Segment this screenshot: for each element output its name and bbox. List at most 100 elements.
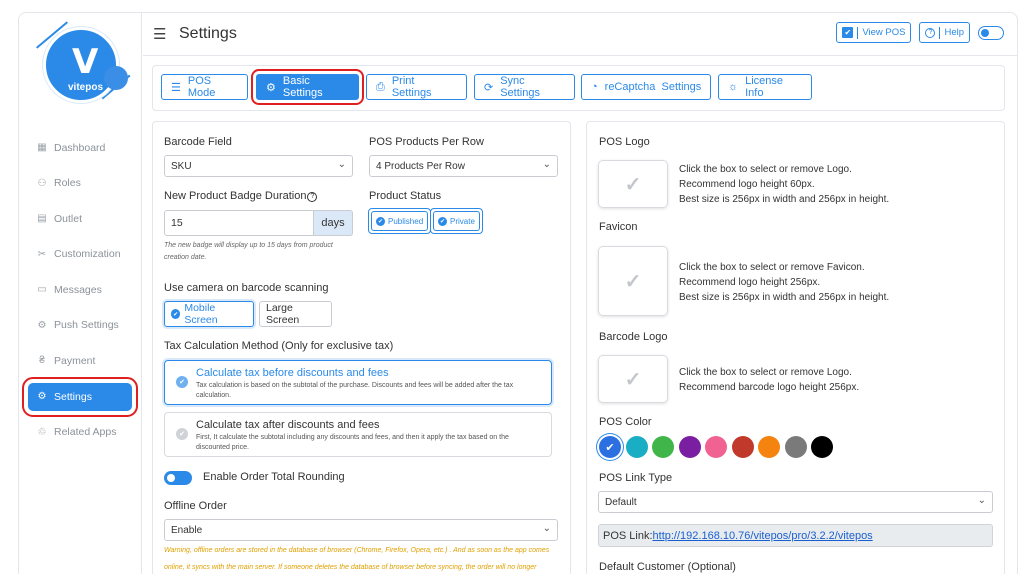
sidebar-item-messages[interactable]: ▭ Messages bbox=[18, 272, 142, 308]
badge-duration-note: The new badge will display up to 15 days… bbox=[164, 242, 333, 261]
color-swatch[interactable] bbox=[784, 436, 807, 458]
check-icon: ✔ bbox=[438, 216, 447, 226]
chevron-down-icon: ⌄ bbox=[542, 159, 551, 170]
chevron-down-icon: ⌄ bbox=[542, 523, 551, 534]
printer-icon: ⎙ bbox=[376, 80, 385, 93]
tools-icon: ✂ bbox=[37, 248, 47, 260]
sidebar-item-roles[interactable]: ⚇ Roles bbox=[18, 166, 142, 202]
top-bar: ☰ Settings ✔ View POS ? Help bbox=[143, 12, 1018, 56]
outlet-icon: ▤ bbox=[37, 213, 47, 225]
camera-mobile-screen-option[interactable]: ✔ Mobile Screen bbox=[164, 301, 254, 327]
link-type-select[interactable]: Default ⌄ bbox=[598, 491, 993, 513]
favicon-upload[interactable]: ✓ bbox=[598, 246, 668, 316]
products-per-row-label: POS Products Per Row bbox=[369, 136, 484, 148]
check-icon: ✔ bbox=[605, 441, 615, 454]
color-swatch[interactable] bbox=[652, 436, 674, 458]
products-per-row-select[interactable]: 4 Products Per Row ⌄ bbox=[369, 155, 558, 177]
sync-icon: ⟳ bbox=[484, 81, 494, 94]
logo-dot bbox=[104, 66, 128, 90]
sidebar-item-dashboard[interactable]: ▦ Dashboard bbox=[18, 130, 142, 166]
color-swatch[interactable] bbox=[625, 436, 648, 458]
tab-recaptcha-settings[interactable]: ◔ reCaptcha Settings bbox=[581, 74, 711, 100]
tab-license-info[interactable]: ☼ License Info bbox=[718, 74, 812, 100]
hint-line: Click the box to select or remove Favico… bbox=[679, 262, 865, 273]
color-swatch[interactable]: ✔ bbox=[599, 436, 621, 458]
checkbox-label: Private bbox=[450, 216, 475, 226]
sidebar-item-related-apps[interactable]: ♲ Related Apps bbox=[18, 415, 142, 451]
tab-print-settings[interactable]: ⎙ Print Settings bbox=[366, 74, 467, 100]
settings-tabs: ☰ POS Mode ⚙ Basic Settings ⎙ Print Setting… bbox=[152, 65, 1005, 111]
question-icon: ? bbox=[925, 27, 936, 38]
logo-text: vitepos bbox=[68, 82, 104, 93]
barcode-field-select[interactable]: SKU ⌄ bbox=[164, 155, 353, 177]
pos-logo-label: POS Logo bbox=[599, 136, 650, 148]
camera-large-screen-option[interactable]: Large Screen bbox=[259, 301, 332, 327]
checkmark-placeholder-icon: ✓ bbox=[624, 173, 642, 196]
help-button[interactable]: ? Help bbox=[919, 22, 970, 43]
tax-after-discount-option[interactable]: ✔ Calculate tax after discounts and fees… bbox=[164, 412, 552, 457]
chevron-down-icon: ⌄ bbox=[337, 159, 346, 170]
tab-sync-settings[interactable]: ⟳ Sync Settings bbox=[474, 74, 575, 100]
help-circle-icon[interactable]: ? bbox=[307, 191, 318, 202]
select-value: SKU bbox=[171, 160, 192, 172]
recaptcha-icon: ◔ bbox=[591, 81, 598, 93]
sidebar-item-label: Push Settings bbox=[54, 319, 119, 332]
logo-circle: V vitepos bbox=[43, 27, 119, 103]
badge-duration-label: New Product Badge Duration? bbox=[164, 190, 318, 202]
brand-logo[interactable]: V vitepos bbox=[36, 21, 131, 108]
sidebar-item-label: Messages bbox=[54, 283, 102, 296]
chevron-down-icon: ⌄ bbox=[977, 495, 986, 506]
pos-link-field: POS Link: http://192.168.10.76/vitepos/pr… bbox=[598, 524, 993, 547]
view-pos-button[interactable]: ✔ View POS bbox=[836, 22, 912, 43]
product-status-label: Product Status bbox=[369, 190, 442, 202]
input-value: 15 bbox=[171, 217, 183, 229]
apps-icon: ♲ bbox=[37, 426, 47, 438]
sidebar-item-label: Dashboard bbox=[54, 141, 106, 154]
tax-before-discount-option[interactable]: ✔ Calculate tax before discounts and fee… bbox=[164, 360, 552, 405]
offline-order-label: Offline Order bbox=[164, 500, 227, 512]
badge-duration-input[interactable]: 15 bbox=[164, 210, 314, 236]
status-published-checkbox[interactable]: ✔ Published bbox=[368, 208, 432, 234]
option-description: First, It calculate the subtotal includi… bbox=[196, 434, 509, 451]
pos-link-url[interactable]: http://192.168.10.76/vitepos/pro/3.2.2/v… bbox=[653, 530, 873, 542]
check-icon: ✔ bbox=[376, 216, 385, 226]
message-icon: ▭ bbox=[37, 284, 47, 296]
tab-pos-mode[interactable]: ☰ POS Mode bbox=[161, 74, 248, 100]
theme-toggle[interactable] bbox=[978, 25, 1004, 40]
sidebar-item-push-settings[interactable]: ⚙ Push Settings bbox=[18, 308, 142, 344]
barcode-logo-upload[interactable]: ✓ bbox=[598, 355, 668, 403]
color-swatch[interactable] bbox=[705, 436, 727, 458]
help-label: Help bbox=[944, 27, 964, 38]
sidebar-item-label: Customization bbox=[54, 248, 121, 261]
sidebar-item-settings[interactable]: ⚙ Settings bbox=[22, 376, 138, 417]
status-private-checkbox[interactable]: ✔ Private bbox=[430, 208, 483, 234]
check-icon: ✔ bbox=[171, 309, 181, 319]
pos-logo-upload[interactable]: ✓ bbox=[598, 160, 668, 208]
gear-icon: ⚙ bbox=[37, 319, 47, 331]
users-icon: ⚇ bbox=[37, 177, 47, 189]
color-swatch[interactable] bbox=[758, 436, 780, 458]
sidebar-nav: ▦ Dashboard ⚇ Roles ▤ Outlet ✂ Customization… bbox=[18, 130, 142, 450]
hamburger-menu-icon[interactable]: ☰ bbox=[153, 25, 169, 43]
color-swatch[interactable] bbox=[731, 436, 754, 458]
sidebar-item-outlet[interactable]: ▤ Outlet bbox=[18, 201, 142, 237]
gear-icon: ⚙ bbox=[37, 391, 47, 402]
tab-basic-settings[interactable]: ⚙ Basic Settings bbox=[251, 69, 364, 105]
tab-label: reCaptcha Settings bbox=[604, 81, 702, 93]
offline-order-select[interactable]: Enable ⌄ bbox=[164, 519, 558, 541]
page-title: Settings bbox=[179, 24, 237, 42]
checkmark-placeholder-icon: ✓ bbox=[624, 368, 642, 391]
rounding-toggle[interactable] bbox=[164, 471, 192, 485]
camera-label: Use camera on barcode scanning bbox=[164, 282, 329, 294]
color-swatch[interactable] bbox=[678, 436, 701, 458]
radio-check-icon: ✔ bbox=[176, 428, 188, 440]
sidebar-item-payment[interactable]: ₴ Payment bbox=[18, 343, 142, 379]
barcode-field-label: Barcode Field bbox=[164, 136, 232, 148]
color-swatch[interactable] bbox=[811, 436, 833, 458]
sidebar-item-customization[interactable]: ✂ Customization bbox=[18, 237, 142, 273]
option-title: Calculate tax after discounts and fees bbox=[196, 419, 380, 431]
option-label: Large Screen bbox=[266, 302, 300, 326]
select-value: 4 Products Per Row bbox=[376, 160, 465, 172]
pos-color-label: POS Color bbox=[599, 416, 652, 428]
hint-line: Best size is 256px in width and 256px in… bbox=[679, 292, 890, 303]
